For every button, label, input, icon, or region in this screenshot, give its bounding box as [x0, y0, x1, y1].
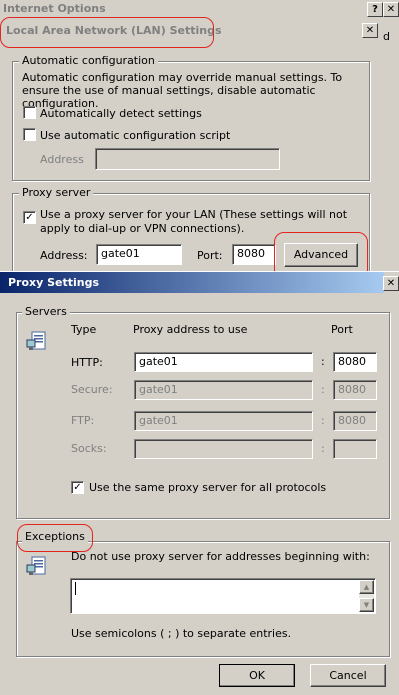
internet-options-title: Internet Options [3, 2, 106, 15]
auto-config-description: Automatic configuration may override man… [22, 71, 343, 110]
use-proxy-checkbox[interactable]: ✓ [23, 211, 36, 224]
ftp-type-label: FTP: [71, 414, 95, 427]
script-address-label: Address [40, 153, 84, 166]
socks-port-input[interactable] [333, 439, 377, 459]
auto-config-legend: Automatic configuration [19, 54, 158, 67]
proxy-port-input[interactable]: 8080 [232, 244, 276, 265]
secure-type-label: Secure: [71, 383, 113, 396]
secure-colon: : [321, 383, 325, 396]
http-address-input[interactable]: gate01 [134, 352, 313, 372]
highlight-lan-title [0, 17, 214, 48]
socks-type-label: Socks: [71, 442, 107, 455]
proxy-settings-close-button[interactable]: ✕ [383, 276, 399, 291]
proxy-server-legend: Proxy server [19, 186, 94, 199]
internet-options-titlebar: Internet Options ? ✕ [0, 0, 399, 18]
network-computer-icon [26, 331, 46, 350]
proxy-settings-dialog: Proxy Settings ✕ Servers Type Proxy addr… [0, 271, 399, 695]
col-port-header: Port [331, 323, 353, 336]
servers-legend: Servers [22, 305, 70, 318]
scroll-up-button[interactable]: ▲ [359, 580, 374, 594]
ftp-address-input[interactable]: gate01 [134, 411, 313, 431]
highlight-exceptions [17, 524, 93, 552]
tab-fragment: d [383, 30, 390, 43]
socks-address-input[interactable] [134, 439, 313, 459]
ftp-port-input[interactable]: 8080 [333, 411, 377, 431]
col-type-header: Type [71, 323, 97, 336]
text-cursor [75, 582, 76, 595]
ok-button[interactable]: OK [219, 664, 295, 687]
proxy-port-label: Port: [197, 249, 223, 262]
exceptions-hint: Use semicolons ( ; ) to separate entries… [71, 627, 292, 640]
auto-detect-checkbox[interactable] [23, 106, 36, 119]
http-type-label: HTTP: [71, 356, 103, 369]
exceptions-computer-icon [26, 556, 46, 575]
http-colon: : [321, 355, 325, 368]
proxy-settings-title: Proxy Settings [8, 276, 100, 289]
help-button[interactable]: ? [367, 2, 383, 17]
secure-address-input[interactable]: gate01 [134, 380, 313, 400]
same-proxy-checkbox[interactable]: ✓ [71, 481, 84, 494]
script-address-input[interactable] [95, 148, 280, 170]
ftp-colon: : [321, 414, 325, 427]
proxy-address-label: Address: [40, 249, 88, 262]
scroll-down-button[interactable]: ▼ [359, 598, 374, 612]
use-script-label: Use automatic configuration script [40, 129, 231, 142]
internet-options-close-button[interactable]: ✕ [383, 2, 399, 17]
lan-close-button[interactable]: ✕ [362, 23, 378, 38]
col-address-header: Proxy address to use [133, 323, 248, 336]
exceptions-description: Do not use proxy server for addresses be… [71, 550, 370, 563]
secure-port-input[interactable]: 8080 [333, 380, 377, 400]
cancel-button[interactable]: Cancel [310, 664, 386, 687]
socks-colon: : [321, 442, 325, 455]
exceptions-textarea[interactable] [70, 578, 376, 614]
use-script-checkbox[interactable] [23, 128, 36, 141]
http-port-input[interactable]: 8080 [333, 352, 377, 372]
same-proxy-label: Use the same proxy server for all protoc… [89, 481, 327, 494]
auto-detect-label: Automatically detect settings [40, 107, 202, 120]
proxy-address-input[interactable]: gate01 [96, 244, 182, 265]
proxy-settings-titlebar: Proxy Settings [0, 272, 384, 293]
